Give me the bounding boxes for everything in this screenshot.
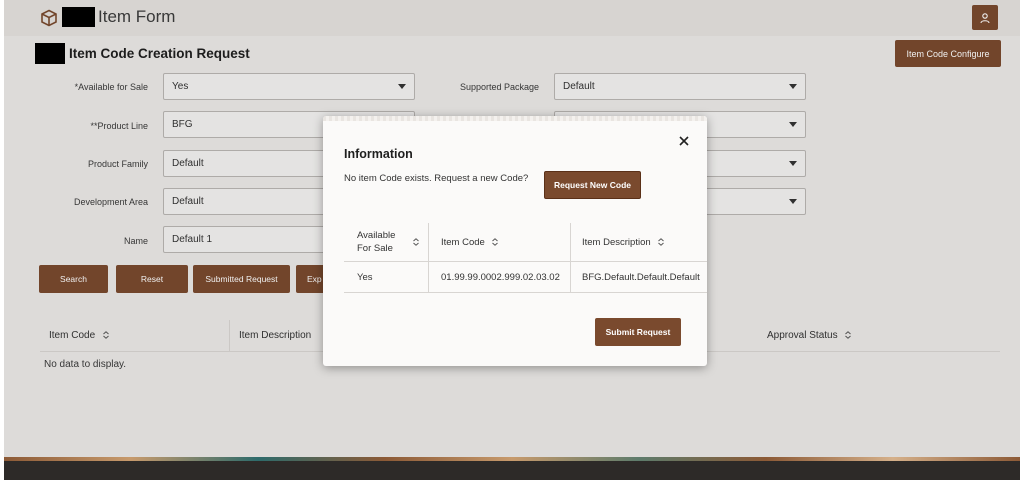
app-window: Item Form Item Code Creation Request Ite… xyxy=(4,0,1020,480)
column-label: Item Description xyxy=(582,237,651,248)
sort-icon xyxy=(412,238,419,246)
cell-item-description: BFG.Default.Default.Default xyxy=(582,272,700,283)
sort-icon xyxy=(492,238,499,247)
column-header-item-description[interactable]: Item Description xyxy=(582,237,665,248)
column-label: Item Code xyxy=(441,237,485,248)
column-header-item-code[interactable]: Item Code xyxy=(441,237,499,248)
table-row[interactable]: Yes 01.99.99.0002.999.02.03.02 BFG.Defau… xyxy=(344,262,707,293)
cell-item-code: 01.99.99.0002.999.02.03.02 xyxy=(441,272,560,283)
request-new-code-button[interactable]: Request New Code xyxy=(544,171,641,199)
close-icon[interactable] xyxy=(677,134,691,148)
dialog-table-header: Available For Sale Item Code Item Descri… xyxy=(344,223,707,293)
column-header-available-for-sale[interactable]: Available For Sale xyxy=(357,229,423,255)
sort-icon xyxy=(658,238,665,247)
dialog-message: No item Code exists. Request a new Code? xyxy=(344,173,529,184)
information-dialog: Information No item Code exists. Request… xyxy=(323,116,707,366)
footer-pattern xyxy=(4,457,1020,461)
cell-available-for-sale: Yes xyxy=(357,272,373,283)
dialog-title: Information xyxy=(344,147,413,161)
dialog-top-border xyxy=(323,116,707,121)
column-label: Available For Sale xyxy=(357,230,396,254)
dialog-table: Available For Sale Item Code Item Descri… xyxy=(344,223,707,293)
submit-request-button[interactable]: Submit Request xyxy=(595,318,681,346)
